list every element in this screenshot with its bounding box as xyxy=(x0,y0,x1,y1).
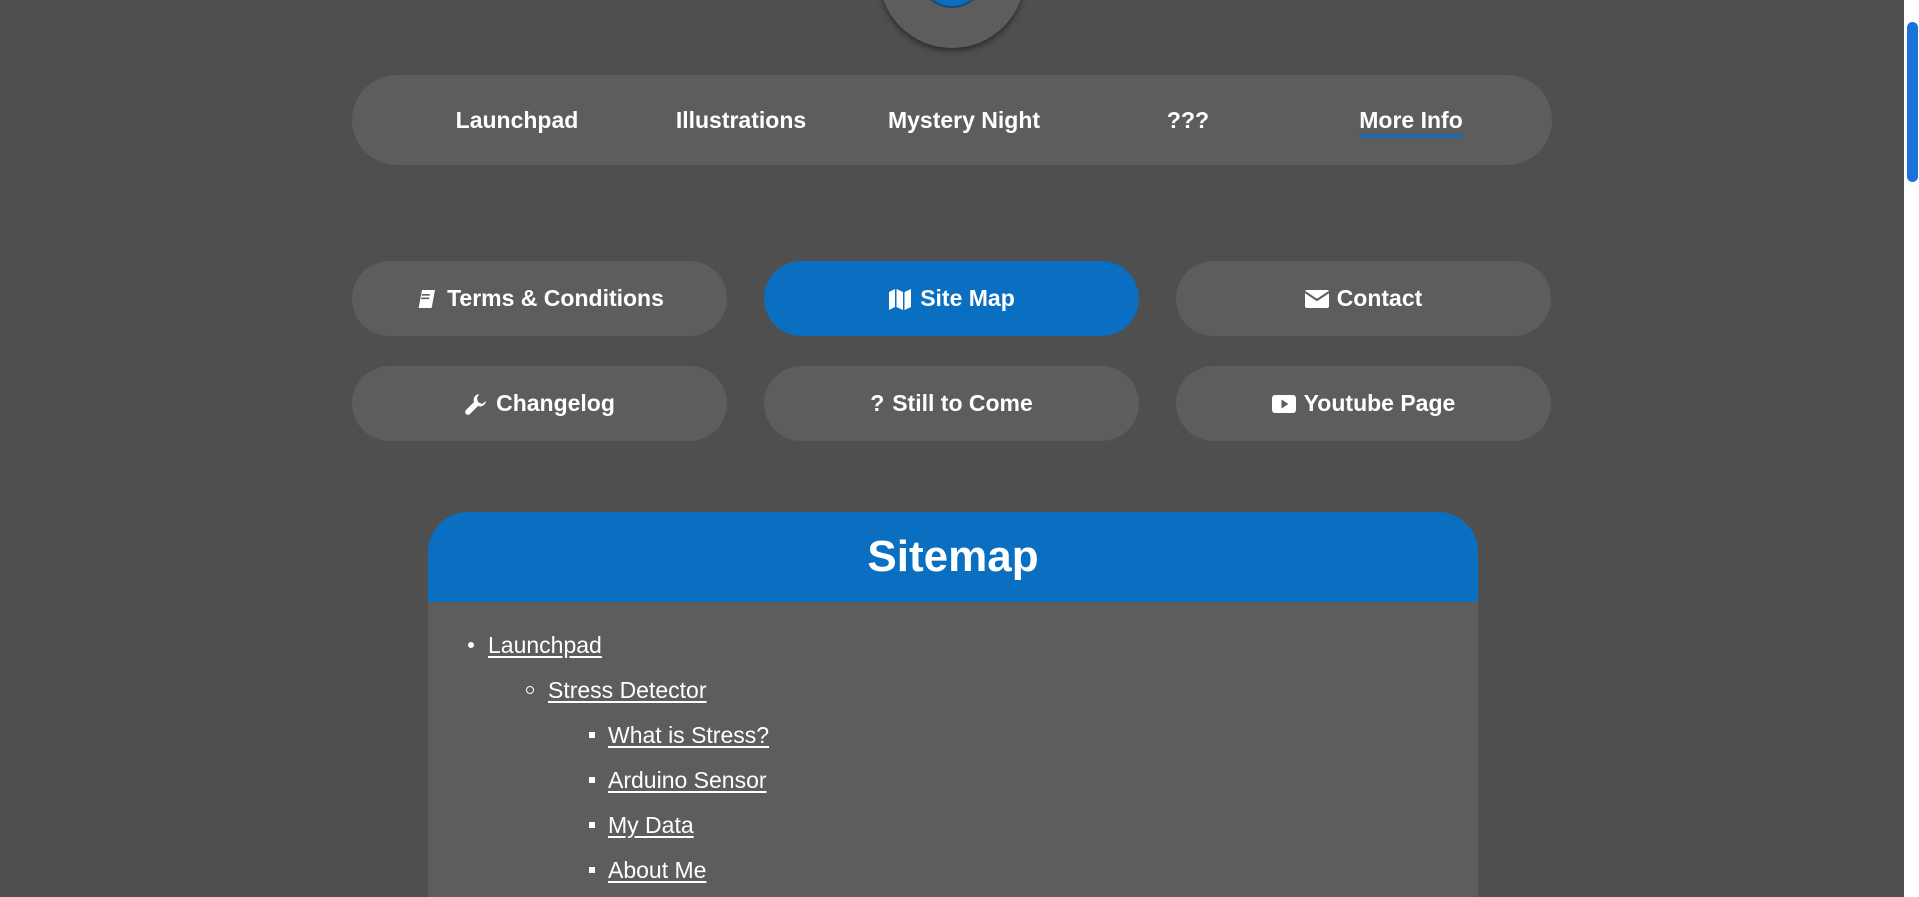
sitemap-link[interactable]: What is Stress? xyxy=(608,722,769,748)
sitemap-item-my-data: My Data xyxy=(589,810,694,840)
scrollbar-thumb[interactable] xyxy=(1907,22,1918,182)
button-label: Terms & Conditions xyxy=(447,285,664,311)
envelope-icon xyxy=(1304,287,1329,311)
terms-conditions-button[interactable]: Terms & Conditions xyxy=(352,261,727,336)
logo-emblem xyxy=(919,0,985,8)
bullet-circle xyxy=(526,686,534,694)
button-label: Site Map xyxy=(920,285,1015,311)
button-label: Contact xyxy=(1336,285,1423,311)
bullet-square xyxy=(589,867,595,873)
nav-item-illustrations[interactable]: Illustrations xyxy=(629,75,853,165)
map-icon xyxy=(888,287,912,311)
youtube-page-button[interactable]: Youtube Page xyxy=(1176,366,1551,441)
sitemap-link[interactable]: Arduino Sensor xyxy=(608,767,767,793)
wrench-icon xyxy=(464,392,488,416)
page: Launchpad Illustrations Mystery Night ??… xyxy=(0,0,1919,897)
bullet-square xyxy=(589,732,595,738)
book-icon xyxy=(415,287,439,311)
button-label: Youtube Page xyxy=(1303,390,1456,416)
button-label: Still to Come xyxy=(892,390,1033,416)
main-navbar: Launchpad Illustrations Mystery Night ??… xyxy=(352,75,1552,165)
bullet-disc xyxy=(468,642,474,648)
sitemap-link[interactable]: Stress Detector xyxy=(548,677,707,703)
sitemap-panel: Sitemap Launchpad Stress Detector What i… xyxy=(428,512,1478,897)
nav-item-label: More Info xyxy=(1359,107,1463,137)
nav-item-label: ??? xyxy=(1166,107,1210,133)
sitemap-item-arduino-sensor: Arduino Sensor xyxy=(589,765,767,795)
youtube-icon xyxy=(1271,392,1296,416)
nav-item-more-info[interactable]: More Info xyxy=(1299,75,1523,165)
sitemap-item-what-is-stress: What is Stress? xyxy=(589,720,769,750)
sitemap-link[interactable]: Launchpad xyxy=(488,632,602,658)
site-map-button[interactable]: Site Map xyxy=(764,261,1139,336)
nav-item-secret[interactable]: ??? xyxy=(1076,75,1300,165)
sitemap-link[interactable]: My Data xyxy=(608,812,694,838)
sitemap-item-stress-detector: Stress Detector xyxy=(526,675,707,705)
sitemap-title: Sitemap xyxy=(428,512,1478,602)
nav-item-label: Illustrations xyxy=(675,107,807,133)
vertical-scrollbar[interactable] xyxy=(1904,0,1919,897)
site-logo[interactable] xyxy=(879,0,1025,48)
nav-item-label: Launchpad xyxy=(455,107,579,133)
nav-item-label: Mystery Night xyxy=(887,107,1041,133)
sitemap-link[interactable]: About Me xyxy=(608,857,706,883)
viewport: Launchpad Illustrations Mystery Night ??… xyxy=(0,0,1904,897)
bullet-square xyxy=(589,777,595,783)
contact-button[interactable]: Contact xyxy=(1176,261,1551,336)
still-to-come-button[interactable]: ? Still to Come xyxy=(764,366,1139,441)
question-icon: ? xyxy=(870,390,885,416)
sitemap-item-about-me: About Me xyxy=(589,855,706,885)
sitemap-item-launchpad: Launchpad xyxy=(468,630,602,660)
button-label: Changelog xyxy=(496,390,615,416)
bullet-square xyxy=(589,822,595,828)
changelog-button[interactable]: Changelog xyxy=(352,366,727,441)
nav-item-launchpad[interactable]: Launchpad xyxy=(405,75,629,165)
nav-item-mystery-night[interactable]: Mystery Night xyxy=(852,75,1076,165)
